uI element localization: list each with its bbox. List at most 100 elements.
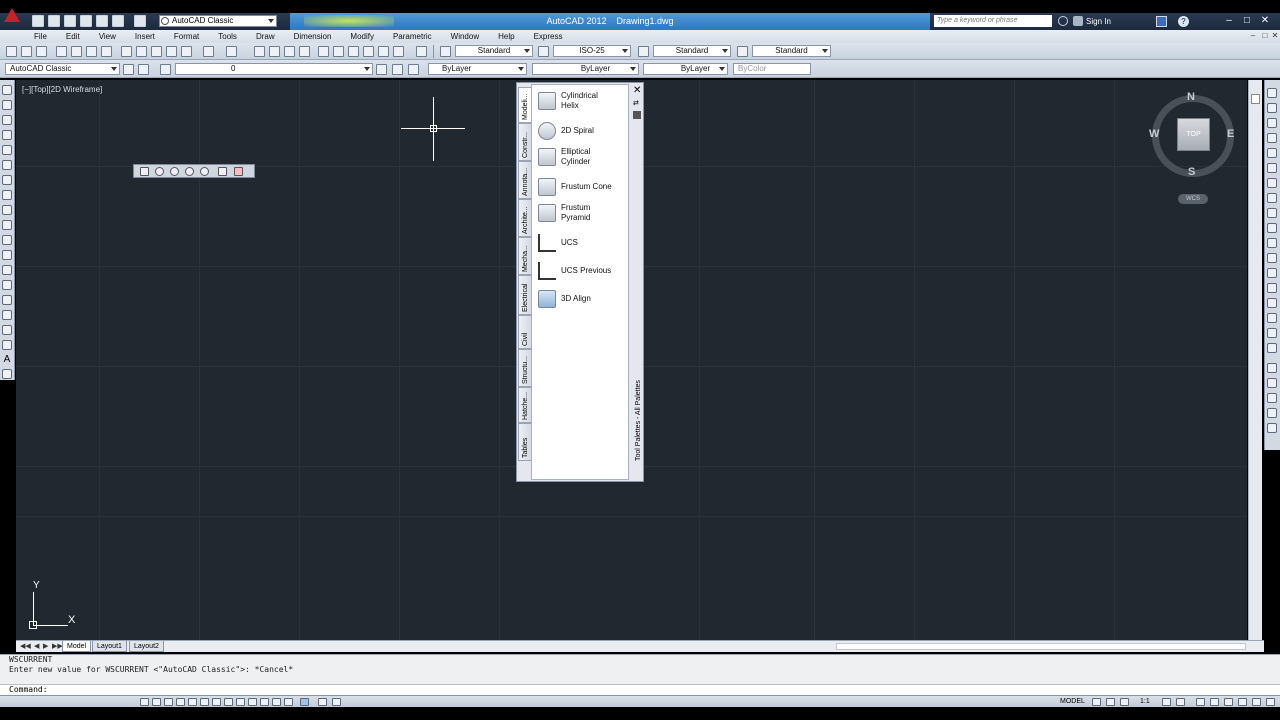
viewport-controls[interactable]: [−][Top][2D Wireframe]: [22, 85, 102, 94]
draworder-icon[interactable]: [1267, 343, 1277, 353]
arc-icon[interactable]: [2, 160, 12, 170]
zoom-scale-icon[interactable]: [170, 167, 179, 176]
qnew-icon[interactable]: [6, 46, 17, 57]
linetype-dropdown[interactable]: ByLayer: [532, 63, 639, 75]
tab-model[interactable]: Model: [62, 641, 92, 652]
pan-icon[interactable]: [254, 46, 265, 57]
minimize-button[interactable]: –: [1222, 13, 1236, 30]
restore-button[interactable]: □: [1240, 13, 1254, 30]
tool-frustum-pyramid[interactable]: Frustum Pyramid: [538, 203, 630, 223]
object-snap-icon[interactable]: [1267, 363, 1277, 373]
3d-print-icon[interactable]: [101, 46, 112, 57]
menu-draw[interactable]: Draw: [256, 30, 275, 43]
first-layout-arrow[interactable]: ◀◀: [20, 642, 31, 650]
rotate-icon[interactable]: [1267, 178, 1277, 188]
pan-status-icon[interactable]: [1106, 698, 1115, 706]
multiline-text-icon[interactable]: A: [2, 355, 12, 365]
horizontal-scrollbar[interactable]: [836, 643, 1246, 650]
wcs-menu-button[interactable]: WCS: [1178, 194, 1208, 204]
compass-south[interactable]: S: [1188, 166, 1195, 178]
menu-view[interactable]: View: [99, 30, 116, 43]
exchange-icon[interactable]: [1156, 16, 1167, 27]
match-properties-icon[interactable]: [166, 46, 177, 57]
zoom-status-icon[interactable]: [1120, 698, 1129, 706]
hardware-acceleration-icon[interactable]: [1224, 698, 1233, 706]
copy-object-icon[interactable]: [1267, 103, 1277, 113]
zoom-window-icon[interactable]: [284, 46, 295, 57]
tab-electrical[interactable]: Electrical: [518, 275, 531, 315]
zoom-window-icon[interactable]: [140, 167, 149, 176]
application-menu-button[interactable]: [0, 0, 24, 30]
spline-icon[interactable]: [2, 205, 12, 215]
menu-format[interactable]: Format: [174, 30, 199, 43]
sign-in-button[interactable]: Sign In: [1086, 13, 1111, 30]
move-icon[interactable]: [1267, 163, 1277, 173]
selection-cycling-icon[interactable]: [284, 698, 293, 706]
dynamic-ucs-icon[interactable]: [224, 698, 233, 706]
zoom-in-icon[interactable]: [218, 167, 227, 176]
menu-express[interactable]: Express: [534, 30, 563, 43]
help-icon[interactable]: [416, 46, 427, 57]
tab-structural[interactable]: Structu...: [518, 349, 531, 387]
compass-east[interactable]: E: [1227, 128, 1234, 140]
explode-icon[interactable]: [1267, 328, 1277, 338]
scrollbar-thumb[interactable]: [1251, 94, 1260, 104]
tool-frustum-cone[interactable]: Frustum Cone: [538, 178, 630, 196]
command-input[interactable]: [50, 685, 1280, 695]
tool-ucs[interactable]: UCS: [538, 234, 630, 252]
snap-midpoint-icon[interactable]: [1267, 408, 1277, 418]
add-selected-icon[interactable]: [2, 369, 12, 379]
line-icon[interactable]: [2, 85, 12, 95]
quick-view-layouts-icon[interactable]: [318, 698, 327, 706]
palette-titlebar[interactable]: ✕ ⇄ Tool Palettes - All Palettes: [630, 83, 644, 481]
undo-icon[interactable]: [112, 15, 124, 27]
construction-line-icon[interactable]: [2, 100, 12, 110]
3d-object-snap-icon[interactable]: [200, 698, 209, 706]
hatch-icon[interactable]: [2, 295, 12, 305]
help-button[interactable]: ?: [1178, 16, 1189, 27]
doc-close-button[interactable]: ✕: [1268, 30, 1280, 43]
paste-icon[interactable]: [151, 46, 162, 57]
chamfer-icon[interactable]: [1267, 283, 1277, 293]
break-icon[interactable]: [1267, 253, 1277, 263]
tab-architectural[interactable]: Archite...: [518, 199, 531, 237]
gradient-icon[interactable]: [2, 310, 12, 320]
annotation-monitor-icon[interactable]: [300, 698, 309, 706]
print-icon[interactable]: [96, 15, 108, 27]
new-icon[interactable]: [32, 15, 44, 27]
polar-tracking-icon[interactable]: [176, 698, 185, 706]
layer-dropdown[interactable]: 0: [175, 63, 373, 75]
clean-screen-icon[interactable]: [1266, 698, 1275, 706]
tab-tables[interactable]: Tables: [518, 423, 531, 461]
lineweight-icon[interactable]: [248, 698, 257, 706]
tool-ucs-previous[interactable]: UCS Previous: [538, 262, 630, 280]
layer-previous-icon[interactable]: [392, 64, 403, 75]
vertical-scrollbar[interactable]: [1248, 80, 1262, 640]
insert-block-icon[interactable]: [2, 250, 12, 260]
workspace-dropdown[interactable]: AutoCAD Classic: [159, 15, 277, 27]
menu-dimension[interactable]: Dimension: [294, 30, 332, 43]
ortho-mode-icon[interactable]: [164, 698, 173, 706]
make-block-icon[interactable]: [2, 265, 12, 275]
make-current-layer-icon[interactable]: [376, 64, 387, 75]
ellipse-arc-icon[interactable]: [2, 235, 12, 245]
join-icon[interactable]: [1267, 268, 1277, 278]
menu-edit[interactable]: Edit: [66, 30, 80, 43]
maximize-viewport-icon[interactable]: [1092, 698, 1101, 706]
object-snap-icon[interactable]: [188, 698, 197, 706]
erase-icon[interactable]: [1267, 88, 1277, 98]
quickcalc-icon[interactable]: [393, 46, 404, 57]
snap-intersection-icon[interactable]: [1267, 423, 1277, 433]
status-menu-icon[interactable]: [1252, 698, 1261, 706]
zoom-realtime-icon[interactable]: [269, 46, 280, 57]
multileader-style-dropdown[interactable]: Standard: [752, 45, 831, 57]
preview-icon[interactable]: [71, 46, 82, 57]
prev-layout-arrow[interactable]: ◀: [34, 642, 39, 650]
revision-cloud-icon[interactable]: [2, 190, 12, 200]
table-style-dropdown[interactable]: Standard: [653, 45, 731, 57]
tab-layout2[interactable]: Layout2: [129, 641, 164, 652]
zoom-dynamic-icon[interactable]: [155, 167, 164, 176]
customize-icon[interactable]: [138, 64, 149, 75]
snap-endpoint-icon[interactable]: [1267, 393, 1277, 403]
save-icon[interactable]: [64, 15, 76, 27]
